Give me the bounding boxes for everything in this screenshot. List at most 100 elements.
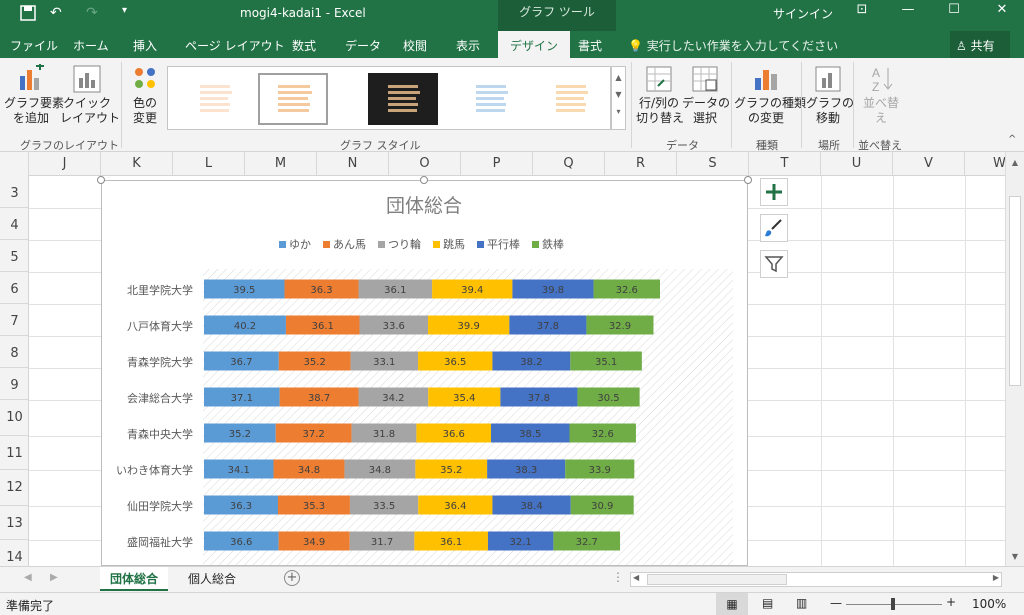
row-header-7[interactable]: 7 — [0, 304, 28, 336]
sort-button[interactable]: AZ 並べ替 え — [858, 64, 904, 126]
chart-filters-button[interactable] — [760, 250, 788, 278]
worksheet-grid[interactable]: 団体総合 ゆか あん馬 つり輪 跳馬 平行棒 鉄棒 北里学院大学 八戸体育大学 青森学院大学会… — [29, 176, 1005, 566]
tab-file[interactable]: ファイル — [10, 37, 58, 54]
column-header-v[interactable]: V — [893, 152, 965, 176]
column-header-k[interactable]: K — [101, 152, 173, 176]
chart-legend[interactable]: ゆか あん馬 つり輪 跳馬 平行棒 鉄棒 — [279, 237, 564, 251]
move-chart-button[interactable]: グラフの 移動 — [806, 64, 854, 126]
column-header-n[interactable]: N — [317, 152, 389, 176]
sheet-tab-team[interactable]: 団体総合 — [100, 567, 169, 591]
scroll-right-icon[interactable]: ▶ — [993, 573, 999, 582]
next-sheet-icon[interactable]: ▶ — [50, 572, 58, 583]
row-header-8[interactable]: 8 — [0, 336, 28, 368]
zoom-slider-thumb[interactable] — [891, 598, 895, 610]
row-header-3[interactable]: 3 — [0, 176, 28, 208]
horizontal-scrollbar[interactable]: ◀ ▶ — [630, 572, 1002, 587]
column-header-o[interactable]: O — [389, 152, 461, 176]
tab-view[interactable]: 表示 — [456, 37, 480, 54]
tab-home[interactable]: ホーム — [73, 37, 109, 54]
save-icon[interactable] — [20, 5, 36, 25]
normal-view-icon[interactable]: ▦ — [716, 593, 748, 615]
minimize-icon[interactable]: — — [888, 2, 928, 17]
tab-page-layout[interactable]: ページ レイアウト — [185, 37, 285, 54]
select-all-corner[interactable] — [0, 152, 29, 176]
change-chart-type-button[interactable]: グラフの種類 の変更 — [734, 64, 806, 126]
tab-design[interactable]: デザイン — [498, 31, 571, 58]
row-header-11[interactable]: 11 — [0, 436, 28, 470]
chart-elements-button[interactable] — [760, 178, 788, 206]
resize-handle-top[interactable] — [420, 176, 428, 184]
resize-handle-top-right[interactable] — [744, 176, 752, 184]
tab-format[interactable]: 書式 — [578, 37, 602, 54]
add-sheet-icon[interactable]: + — [284, 570, 300, 586]
column-header-q[interactable]: Q — [533, 152, 605, 176]
chart-style-5[interactable] — [536, 73, 606, 125]
chart-style-4[interactable] — [456, 73, 526, 125]
page-layout-view-icon[interactable]: ▤ — [762, 596, 773, 610]
sign-in-link[interactable]: サインイン — [773, 5, 833, 22]
sheet-tab-individual[interactable]: 個人総合 — [178, 567, 246, 591]
quick-layout-button[interactable]: クイック レイアウト — [60, 64, 120, 126]
row-header-6[interactable]: 6 — [0, 272, 28, 304]
chart-style-2[interactable] — [258, 73, 328, 125]
legend-item[interactable]: 平行棒 — [477, 237, 520, 251]
row-header-9[interactable]: 9 — [0, 368, 28, 400]
close-icon[interactable]: ✕ — [982, 2, 1022, 17]
row-header-5[interactable]: 5 — [0, 240, 28, 272]
tab-formulas[interactable]: 数式 — [292, 37, 316, 54]
column-header-m[interactable]: M — [245, 152, 317, 176]
resize-handle-top-left[interactable] — [97, 176, 105, 184]
tell-me-search[interactable]: 💡 実行したい作業を入力してください — [628, 37, 838, 54]
column-header-u[interactable]: U — [821, 152, 893, 176]
redo-icon[interactable]: ↷ — [86, 5, 98, 21]
collapse-ribbon-icon[interactable]: ^ — [1008, 134, 1016, 145]
plot-area[interactable] — [203, 269, 733, 566]
vertical-scrollbar[interactable]: ▲ ▼ — [1005, 152, 1024, 566]
undo-icon[interactable]: ↶ — [50, 5, 62, 21]
scroll-thumb[interactable] — [1009, 196, 1021, 386]
chart-style-3[interactable] — [368, 73, 438, 125]
chart-title[interactable]: 団体総合 — [386, 195, 462, 217]
legend-item[interactable]: つり輪 — [378, 237, 421, 251]
zoom-in-icon[interactable]: + — [946, 595, 956, 609]
column-header-r[interactable]: R — [605, 152, 677, 176]
scroll-up-icon[interactable]: ▲ — [1006, 158, 1024, 167]
customize-qat-icon[interactable]: ▾ — [122, 5, 127, 16]
select-data-button[interactable]: データの 選択 — [682, 64, 730, 126]
chart-area[interactable]: 団体総合 ゆか あん馬 つり輪 跳馬 平行棒 鉄棒 北里学院大学 八戸体育大学 青森学院大学会… — [101, 180, 748, 566]
row-header-12[interactable]: 12 — [0, 470, 28, 506]
scroll-left-icon[interactable]: ◀ — [633, 573, 639, 582]
column-header-t[interactable]: T — [749, 152, 821, 176]
tab-insert[interactable]: 挿入 — [133, 37, 157, 54]
zoom-level[interactable]: 100% — [972, 597, 1006, 611]
column-header-j[interactable]: J — [29, 152, 101, 176]
legend-item[interactable]: ゆか — [279, 238, 311, 251]
h-scroll-thumb[interactable] — [647, 574, 787, 585]
row-header-14[interactable]: 14 — [0, 540, 28, 566]
column-header-l[interactable]: L — [173, 152, 245, 176]
prev-sheet-icon[interactable]: ◀ — [24, 572, 32, 583]
switch-row-column-button[interactable]: 行/列の 切り替え — [636, 64, 684, 126]
chart-style-1[interactable] — [180, 73, 250, 125]
row-header-13[interactable]: 13 — [0, 506, 28, 540]
scroll-down-icon[interactable]: ▼ — [1006, 552, 1024, 561]
legend-item[interactable]: 鉄棒 — [532, 237, 564, 251]
add-chart-element-button[interactable]: グラフ要素 を追加 — [4, 64, 64, 126]
legend-item[interactable]: 跳馬 — [433, 237, 465, 251]
maximize-icon[interactable]: ☐ — [934, 2, 974, 17]
chart-styles-button[interactable] — [760, 214, 788, 242]
tab-review[interactable]: 校閲 — [403, 37, 427, 54]
legend-item[interactable]: あん馬 — [323, 238, 366, 251]
share-button[interactable]: ♙ 共有 — [950, 31, 1010, 58]
page-break-view-icon[interactable]: ▥ — [796, 596, 807, 610]
zoom-out-icon[interactable]: — — [830, 596, 842, 610]
gallery-more-icon[interactable]: ▾ — [612, 107, 625, 116]
gallery-scroll[interactable]: ▲ ▼ ▾ — [611, 66, 626, 130]
gallery-up-icon[interactable]: ▲ — [612, 73, 625, 82]
change-colors-button[interactable]: 色の 変更 — [123, 64, 167, 126]
tab-data[interactable]: データ — [345, 37, 381, 54]
column-header-s[interactable]: S — [677, 152, 749, 176]
column-header-p[interactable]: P — [461, 152, 533, 176]
column-header-w[interactable]: W — [965, 152, 1006, 176]
split-handle-icon[interactable]: ⋮ — [612, 570, 624, 584]
